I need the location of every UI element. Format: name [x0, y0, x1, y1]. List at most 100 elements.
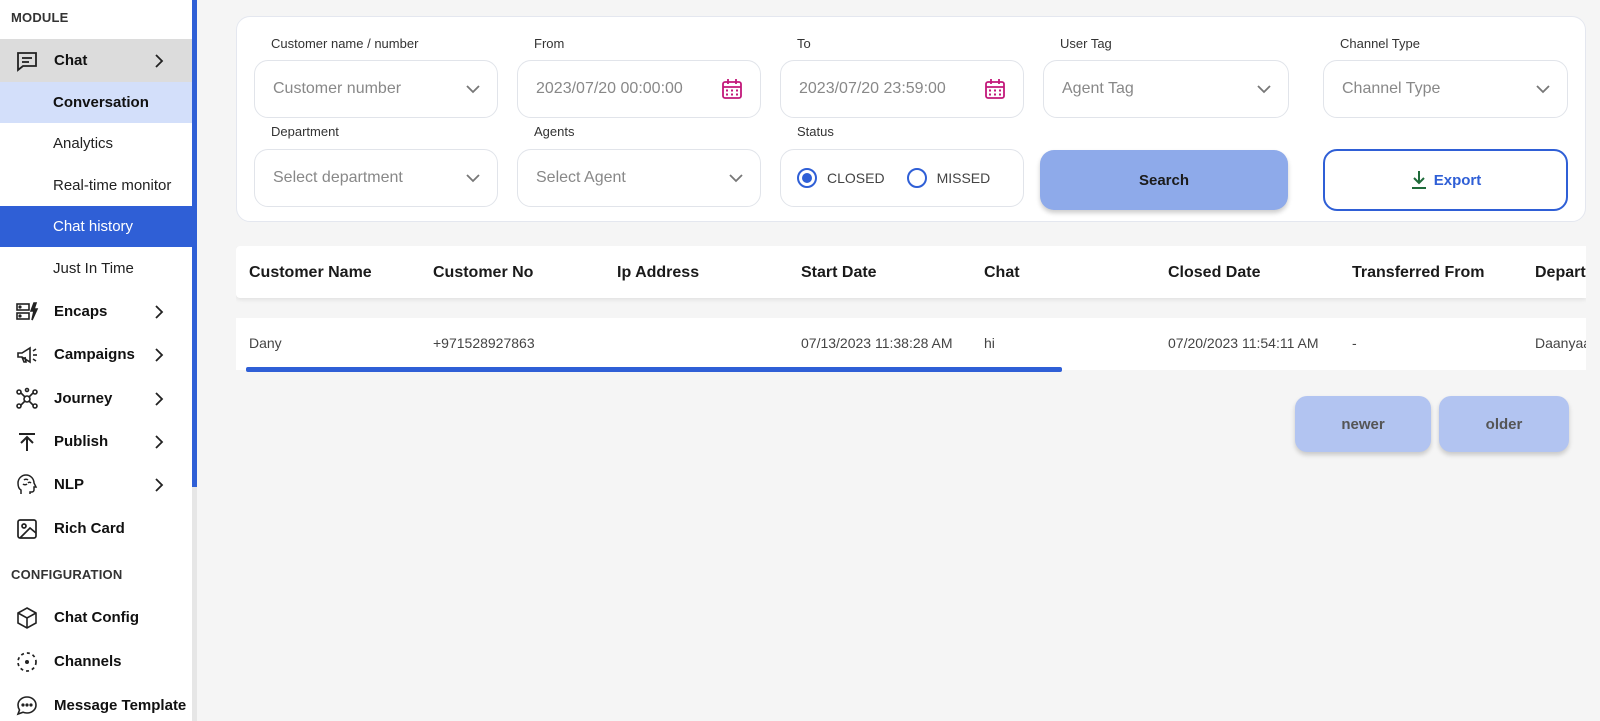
module-section-label: MODULE — [11, 10, 69, 25]
table-cell: 07/13/2023 11:38:28 AM — [801, 335, 953, 351]
from-date-label: From — [534, 36, 565, 51]
chevron-right-icon — [152, 304, 192, 319]
column-header[interactable]: Start Date — [801, 264, 877, 282]
export-button[interactable]: Export — [1323, 149, 1568, 211]
sidebar-item-label: Chat — [54, 52, 88, 69]
sidebar-item-chat-config[interactable]: Chat Config — [0, 596, 192, 639]
sidebar-item-rich-card[interactable]: Rich Card — [0, 507, 192, 550]
newer-button[interactable]: newer — [1295, 396, 1431, 452]
sidebar-item-label: Channels — [54, 653, 122, 670]
message-bubble-icon — [0, 684, 54, 721]
customer-number-select[interactable]: Customer number — [254, 60, 498, 118]
column-header[interactable]: Chat — [984, 264, 1020, 282]
table-cell: 07/20/2023 11:54:11 AM — [1168, 335, 1319, 351]
status-missed-radio[interactable]: MISSED — [906, 168, 991, 188]
chat-lines-icon — [0, 39, 54, 82]
sidebar-divider — [192, 487, 197, 721]
radio-label: MISSED — [936, 170, 991, 186]
column-header[interactable]: Ip Address — [617, 264, 699, 282]
chevron-down-icon — [466, 85, 480, 94]
sidebar-item-nlp[interactable]: NLP — [0, 463, 192, 506]
configuration-section-label: CONFIGURATION — [11, 567, 123, 582]
sidebar-item-label: Rich Card — [54, 520, 125, 537]
customer-number-placeholder: Customer number — [273, 80, 402, 97]
sidebar-subitem-just-in-time[interactable]: Just In Time — [0, 248, 192, 289]
sidebar-item-publish[interactable]: Publish — [0, 420, 192, 463]
sidebar-subitem-conversation[interactable]: Conversation — [0, 82, 192, 123]
column-header[interactable]: Customer No — [433, 264, 533, 282]
to-date-field[interactable]: 2023/07/20 23:59:00 — [780, 60, 1024, 118]
sidebar-item-campaigns[interactable]: Campaigns — [0, 333, 192, 376]
sidebar-subitem-chat-history[interactable]: Chat history — [0, 206, 192, 247]
sidebar-item-message-template[interactable]: Message Template — [0, 684, 192, 721]
sidebar-subitem-realtime-monitor[interactable]: Real-time monitor — [0, 165, 192, 206]
customer-filter-label: Customer name / number — [271, 36, 419, 51]
download-icon — [1411, 171, 1426, 189]
chevron-right-icon — [152, 347, 192, 362]
table-cell: +971528927863 — [433, 335, 535, 351]
chevron-right-icon — [152, 477, 192, 492]
sidebar-item-label: Message Template — [54, 697, 187, 714]
to-date-label: To — [797, 36, 811, 51]
radio-checked-icon — [797, 168, 817, 188]
cube-icon — [0, 596, 54, 639]
to-date-value: 2023/07/20 23:59:00 — [799, 80, 946, 97]
sidebar-item-label: Encaps — [54, 303, 108, 320]
agents-select[interactable]: Select Agent — [517, 149, 761, 207]
from-date-value: 2023/07/20 00:00:00 — [536, 80, 683, 97]
encaps-icon — [0, 290, 54, 333]
table-row[interactable]: Dany +971528927863 07/13/2023 11:38:28 A… — [236, 318, 1586, 370]
user-tag-select[interactable]: Agent Tag — [1043, 60, 1289, 118]
sidebar-scrollbar[interactable] — [192, 0, 197, 487]
sidebar-item-channels[interactable]: Channels — [0, 640, 192, 683]
calendar-icon[interactable] — [720, 77, 744, 101]
department-placeholder: Select department — [273, 169, 403, 186]
network-icon — [0, 377, 54, 420]
status-radio-group: CLOSED MISSED — [780, 149, 1024, 207]
from-date-field[interactable]: 2023/07/20 00:00:00 — [517, 60, 761, 118]
agents-placeholder: Select Agent — [536, 169, 626, 186]
sidebar-subitem-analytics[interactable]: Analytics — [0, 123, 192, 164]
channel-type-select[interactable]: Channel Type — [1323, 60, 1568, 118]
table-cell: Dany — [249, 335, 282, 351]
sidebar-item-chat[interactable]: Chat — [0, 39, 192, 82]
sidebar-item-journey[interactable]: Journey — [0, 377, 192, 420]
radio-unchecked-icon — [906, 168, 927, 188]
sidebar-item-label: Publish — [54, 433, 109, 450]
channel-type-placeholder: Channel Type — [1342, 80, 1441, 97]
agents-label: Agents — [534, 124, 575, 139]
column-header[interactable]: Depart — [1535, 264, 1586, 282]
chevron-right-icon — [152, 53, 192, 68]
search-button[interactable]: Search — [1040, 150, 1288, 210]
table-cell: hi — [984, 335, 995, 351]
publish-icon — [0, 420, 54, 463]
status-closed-radio[interactable]: CLOSED — [797, 168, 885, 188]
department-select[interactable]: Select department — [254, 149, 498, 207]
table-cell: Daanyaa — [1535, 335, 1586, 351]
column-header[interactable]: Customer Name — [249, 264, 372, 282]
chat-history-table: Customer Name Customer No Ip Address Sta… — [236, 246, 1586, 373]
megaphone-icon — [0, 333, 54, 376]
calendar-icon[interactable] — [983, 77, 1007, 101]
brain-head-icon — [0, 463, 54, 506]
chevron-down-icon — [729, 174, 743, 183]
sidebar: MODULE Chat Conversation Analytics Real-… — [0, 0, 197, 721]
table-cell: - — [1352, 335, 1357, 351]
sidebar-item-label: Chat Config — [54, 609, 139, 626]
chevron-down-icon — [466, 174, 480, 183]
table-horizontal-scrollbar[interactable] — [246, 367, 1062, 372]
sidebar-item-label: NLP — [54, 476, 84, 493]
column-header[interactable]: Closed Date — [1168, 264, 1260, 282]
sidebar-item-label: Journey — [54, 390, 113, 407]
sidebar-item-encaps[interactable]: Encaps — [0, 290, 192, 333]
sidebar-item-label: Campaigns — [54, 346, 135, 363]
status-label: Status — [797, 124, 834, 139]
user-tag-label: User Tag — [1060, 36, 1112, 51]
radio-label: CLOSED — [827, 170, 885, 186]
older-button[interactable]: older — [1439, 396, 1569, 452]
image-card-icon — [0, 507, 54, 550]
user-tag-placeholder: Agent Tag — [1062, 80, 1134, 97]
column-header[interactable]: Transferred From — [1352, 264, 1484, 282]
chevron-right-icon — [152, 434, 192, 449]
department-label: Department — [271, 124, 339, 139]
